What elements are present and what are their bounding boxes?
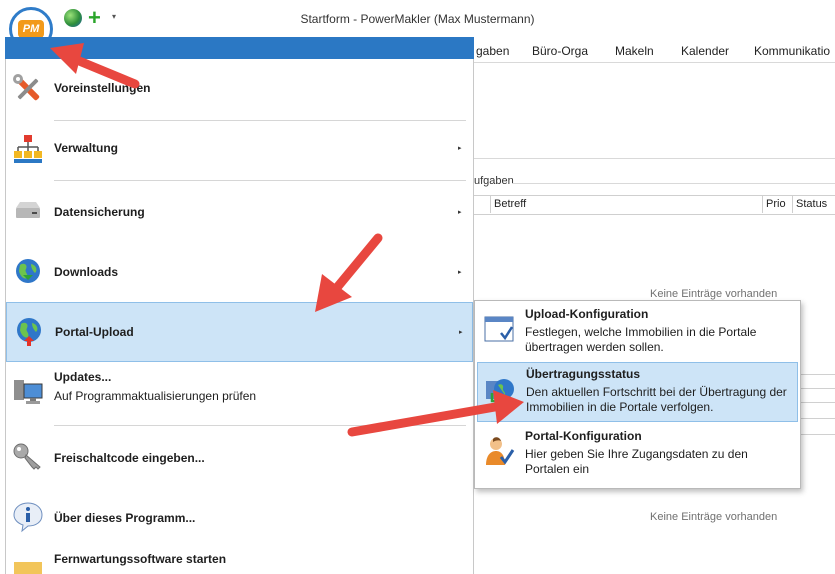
annotation-arrows: [50, 43, 524, 437]
annotation-arrow: [347, 390, 524, 437]
annotation-arrow: [50, 43, 140, 89]
annotation-arrow: [315, 233, 383, 312]
